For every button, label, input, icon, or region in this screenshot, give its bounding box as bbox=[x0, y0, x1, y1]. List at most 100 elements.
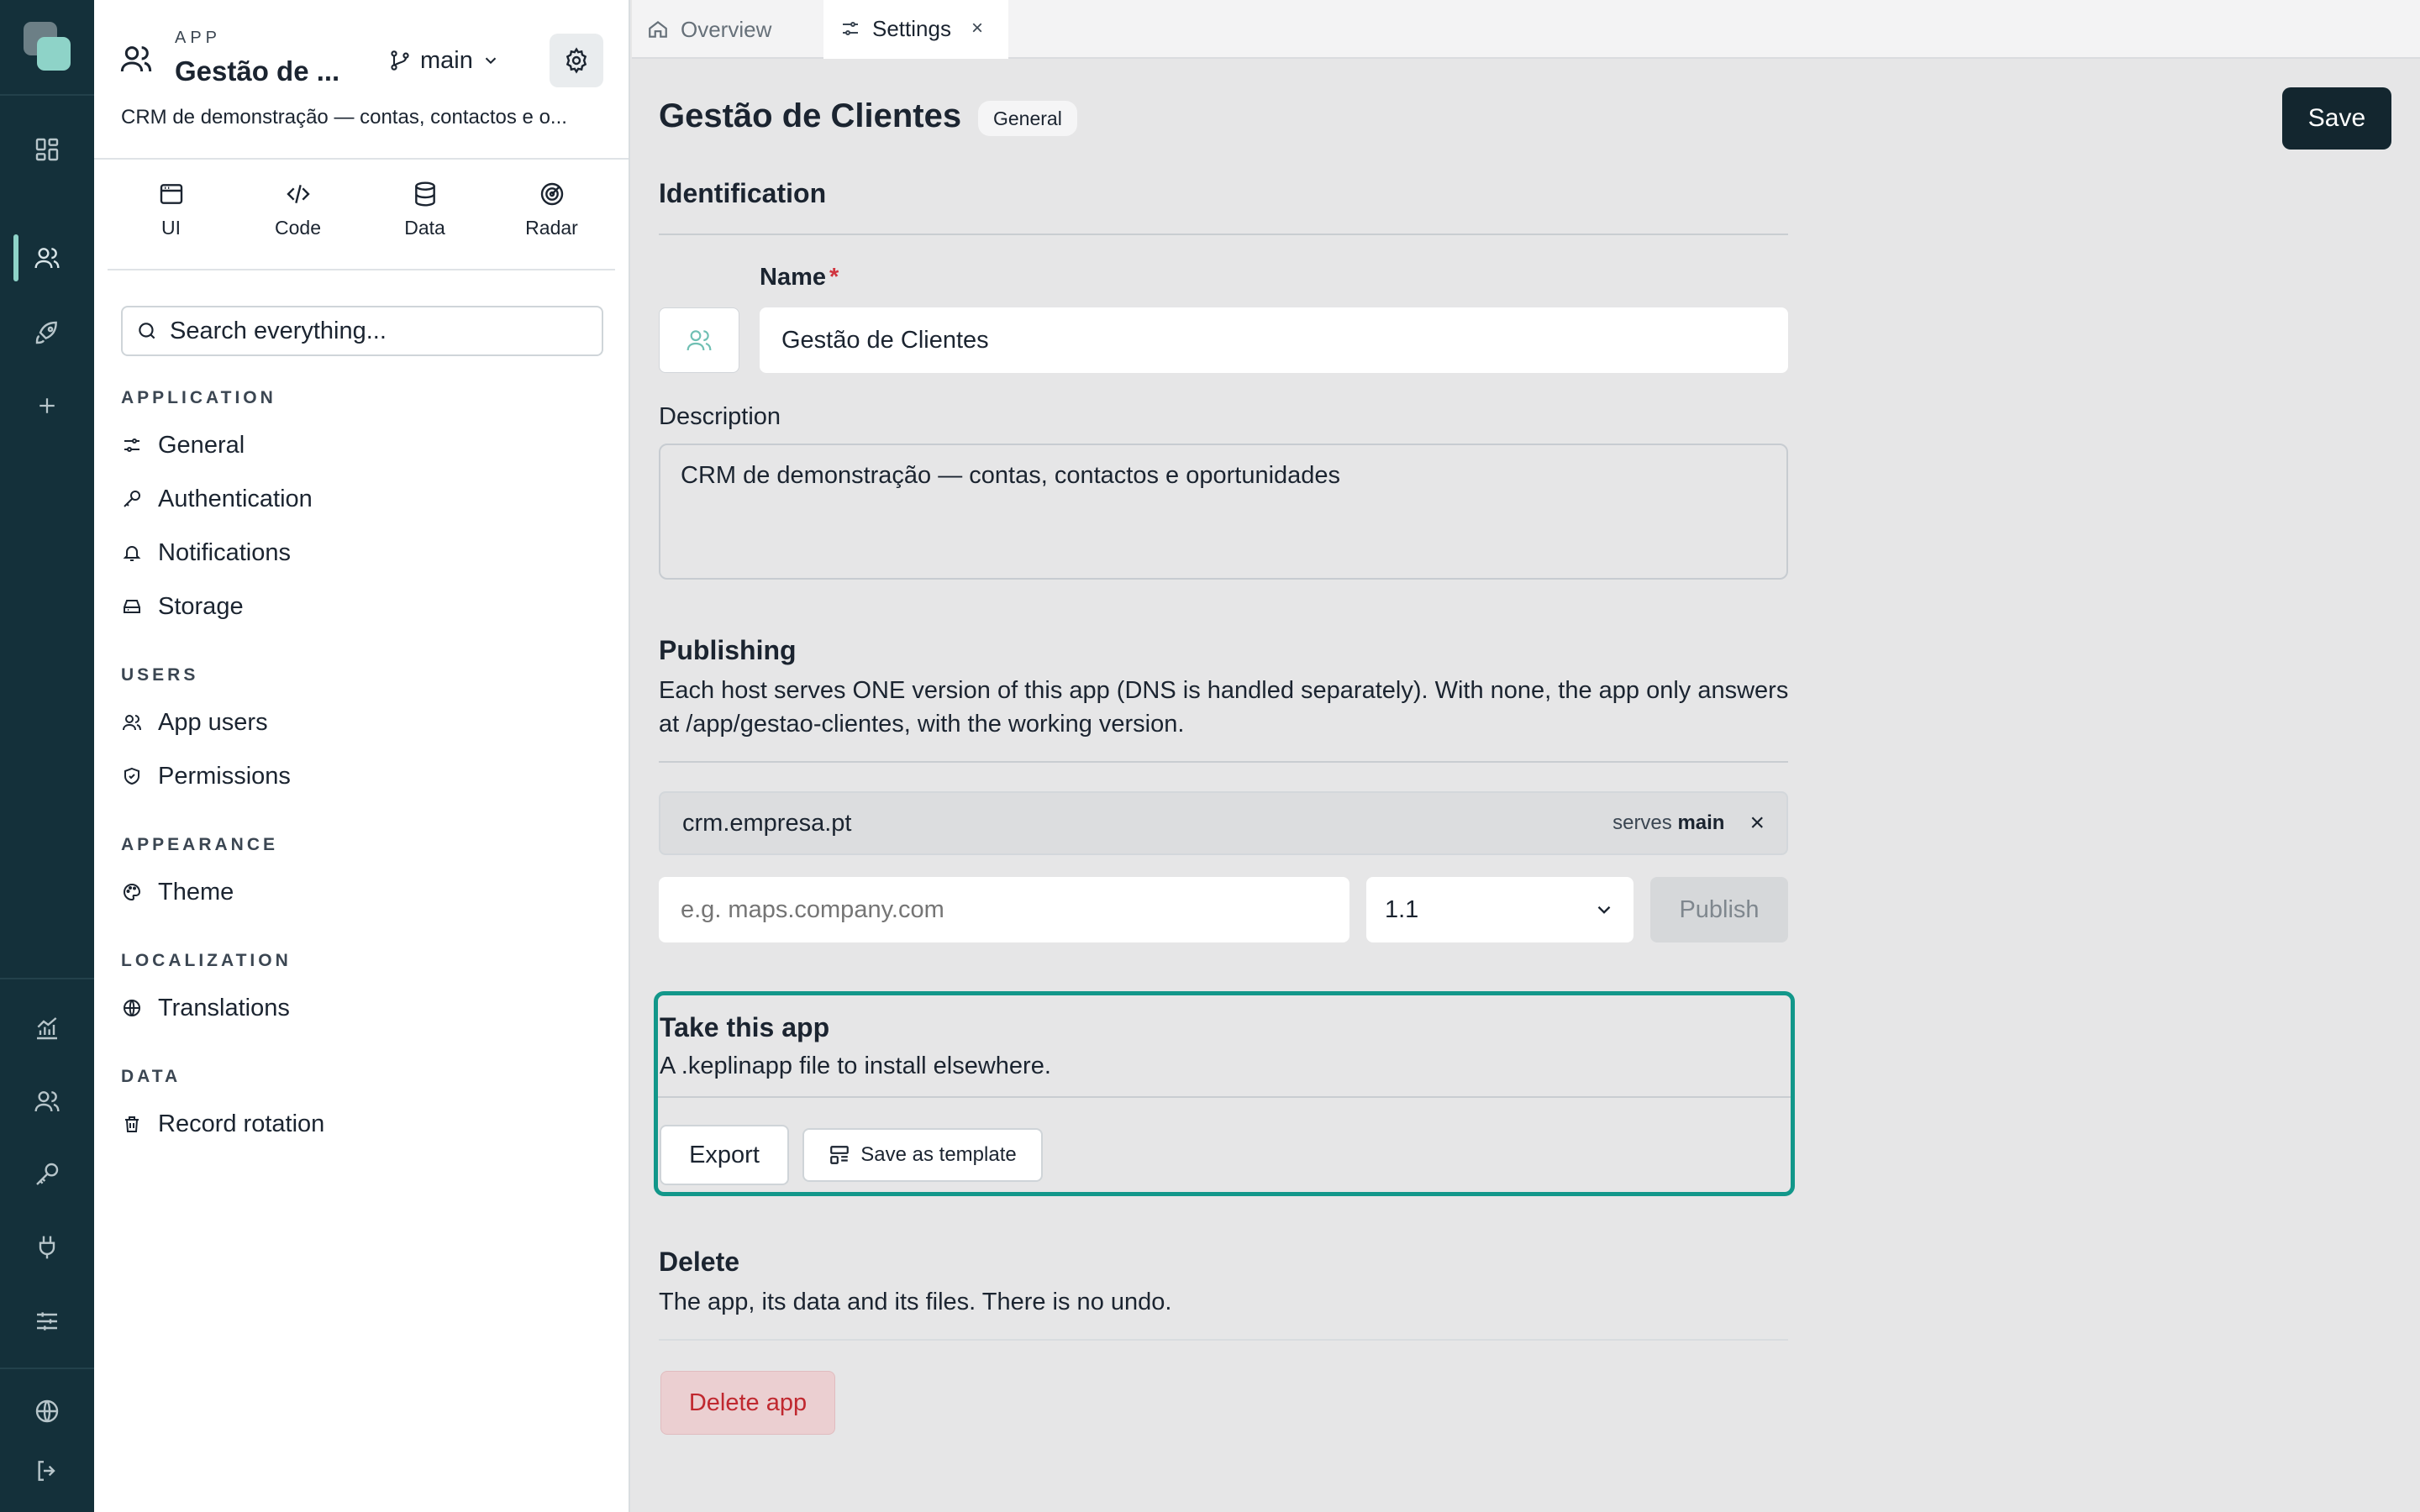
sidebar-item-authentication[interactable]: Authentication bbox=[121, 480, 313, 517]
sliders-icon[interactable] bbox=[24, 1298, 71, 1345]
host-row: crm.empresa.pt serves main × bbox=[659, 791, 1788, 855]
sidebar-item-translations[interactable]: Translations bbox=[121, 990, 290, 1026]
search-icon bbox=[136, 320, 158, 342]
radar-icon bbox=[539, 180, 566, 208]
app-settings-button[interactable] bbox=[550, 34, 603, 87]
page-title: Gestão de Clientes bbox=[659, 97, 962, 134]
publishing-heading: Publishing bbox=[659, 635, 797, 665]
version-value: 1.1 bbox=[1385, 895, 1419, 923]
bell-icon bbox=[121, 543, 143, 563]
sidebar-item-label: Record rotation bbox=[158, 1110, 325, 1137]
sidebar-item-label: App users bbox=[158, 708, 268, 736]
rocket-icon[interactable] bbox=[24, 309, 71, 356]
users-icon bbox=[121, 712, 143, 732]
divider bbox=[659, 1339, 1788, 1341]
description-field[interactable]: CRM de demonstração — contas, contactos … bbox=[659, 444, 1788, 580]
host-input[interactable] bbox=[659, 877, 1349, 942]
sidebar-item-storage[interactable]: Storage bbox=[121, 588, 244, 625]
delete-description: The app, its data and its files. There i… bbox=[659, 1289, 1172, 1315]
users-icon[interactable] bbox=[24, 234, 71, 281]
tab-bar: Overview Settings × bbox=[632, 0, 2420, 59]
chevron-down-icon bbox=[1593, 899, 1615, 921]
team-icon[interactable] bbox=[24, 1078, 71, 1125]
sidebar-search[interactable] bbox=[121, 306, 603, 356]
add-icon[interactable] bbox=[24, 382, 71, 429]
section-badge: General bbox=[978, 101, 1077, 136]
trash-icon bbox=[121, 1114, 143, 1134]
divider bbox=[94, 158, 629, 160]
logout-icon[interactable] bbox=[24, 1447, 71, 1494]
sidebar-item-theme[interactable]: Theme bbox=[121, 874, 234, 911]
take-app-section: Take this app A .keplinapp file to insta… bbox=[654, 991, 1795, 1196]
section-data: DATA bbox=[121, 1067, 182, 1086]
take-app-heading: Take this app bbox=[660, 1012, 830, 1042]
sidebar-item-record-rotation[interactable]: Record rotation bbox=[121, 1105, 324, 1142]
gear-icon bbox=[563, 47, 590, 74]
save-button[interactable]: Save bbox=[2282, 87, 2391, 150]
divider bbox=[108, 269, 615, 270]
shield-check-icon bbox=[121, 766, 143, 786]
rail-divider bbox=[0, 978, 94, 979]
sidebar-item-label: General bbox=[158, 431, 245, 459]
tab-label: Settings bbox=[872, 15, 951, 41]
delete-heading: Delete bbox=[659, 1247, 740, 1277]
chart-icon[interactable] bbox=[24, 1005, 71, 1052]
divider bbox=[659, 761, 1788, 763]
remove-host-button[interactable]: × bbox=[1749, 809, 1765, 837]
close-tab-button[interactable]: × bbox=[971, 17, 983, 40]
app-users-icon bbox=[119, 42, 153, 76]
sliders-icon bbox=[840, 18, 860, 39]
tool-switcher: UI Code Data Radar bbox=[108, 180, 615, 247]
sidebar-item-permissions[interactable]: Permissions bbox=[121, 758, 291, 795]
tool-label: UI bbox=[161, 217, 181, 239]
publish-button[interactable]: Publish bbox=[1650, 877, 1788, 942]
tool-code[interactable]: Code bbox=[234, 180, 361, 247]
branch-name: main bbox=[420, 46, 473, 74]
tool-ui[interactable]: UI bbox=[108, 180, 234, 247]
globe-icon[interactable] bbox=[24, 1388, 71, 1435]
export-button[interactable]: Export bbox=[660, 1125, 789, 1185]
section-application: APPLICATION bbox=[121, 388, 276, 407]
database-icon bbox=[412, 180, 439, 208]
home-icon bbox=[647, 18, 669, 40]
tab-label: Overview bbox=[681, 16, 772, 42]
sidebar-item-app-users[interactable]: App users bbox=[121, 704, 268, 741]
rail-active-indicator bbox=[13, 234, 18, 281]
rail-divider bbox=[0, 1368, 94, 1369]
version-select[interactable]: 1.1 bbox=[1366, 877, 1634, 942]
search-input[interactable] bbox=[170, 317, 573, 345]
sidebar-item-notifications[interactable]: Notifications bbox=[121, 534, 291, 571]
sidebar-item-label: Permissions bbox=[158, 762, 291, 790]
tab-settings[interactable]: Settings × bbox=[823, 0, 1008, 59]
name-field[interactable] bbox=[760, 307, 1788, 373]
sidebar-item-label: Authentication bbox=[158, 485, 313, 512]
tool-label: Radar bbox=[525, 217, 578, 239]
tab-overview[interactable]: Overview bbox=[647, 0, 771, 59]
identification-heading: Identification bbox=[659, 178, 827, 208]
sidebar-item-label: Theme bbox=[158, 878, 234, 906]
section-appearance: APPEARANCE bbox=[121, 835, 279, 854]
tool-data[interactable]: Data bbox=[361, 180, 488, 247]
plug-icon[interactable] bbox=[24, 1224, 71, 1271]
name-label-text: Name bbox=[760, 264, 826, 291]
sidebar-item-label: Translations bbox=[158, 994, 290, 1021]
key-icon[interactable] bbox=[24, 1151, 71, 1198]
sidebar-item-label: Notifications bbox=[158, 538, 291, 566]
save-as-template-button[interactable]: Save as template bbox=[802, 1128, 1043, 1182]
app-title: Gestão de ... bbox=[175, 55, 340, 87]
palette-icon bbox=[121, 882, 143, 902]
branch-selector[interactable]: main bbox=[388, 44, 500, 77]
app-icon-picker[interactable] bbox=[659, 307, 739, 373]
brand-logo[interactable] bbox=[24, 22, 71, 72]
delete-app-button[interactable]: Delete app bbox=[660, 1371, 835, 1435]
app-description: CRM de demonstração — contas, contactos … bbox=[121, 106, 567, 129]
tool-radar[interactable]: Radar bbox=[488, 180, 615, 247]
git-branch-icon bbox=[388, 49, 412, 72]
name-label: Name * bbox=[760, 264, 839, 291]
divider bbox=[658, 1096, 1791, 1098]
sliders-icon bbox=[121, 435, 143, 455]
sidebar-item-general[interactable]: General bbox=[121, 427, 245, 464]
code-icon bbox=[285, 180, 312, 208]
sidebar: APP Gestão de ... main CRM de demonstraç… bbox=[94, 0, 630, 1512]
dashboard-icon[interactable] bbox=[24, 126, 71, 173]
